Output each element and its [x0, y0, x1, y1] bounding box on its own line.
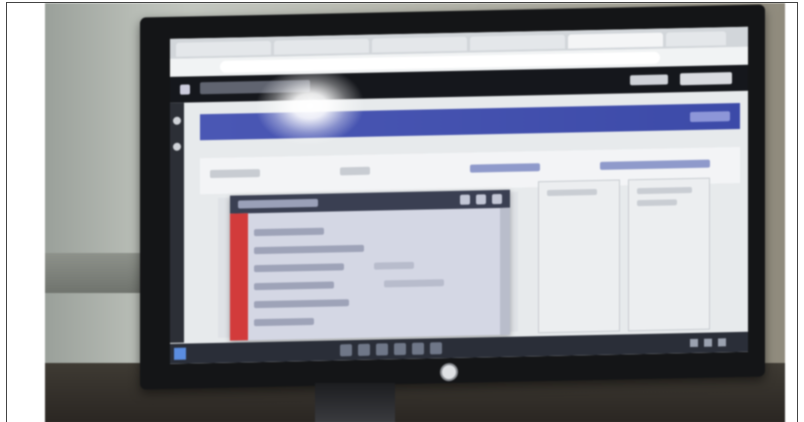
left-rail: [170, 102, 184, 343]
modal-dialog: [230, 189, 510, 341]
user-badge[interactable]: [630, 74, 668, 86]
browser-tab[interactable]: [666, 31, 726, 47]
taskbar-app-icon[interactable]: [412, 342, 424, 355]
taskbar-app-icon[interactable]: [376, 343, 388, 356]
start-button[interactable]: [174, 347, 186, 360]
tray-icon[interactable]: [690, 338, 698, 348]
filter-link[interactable]: [470, 163, 540, 173]
browser-tab[interactable]: [274, 38, 369, 55]
form-value[interactable]: [374, 261, 414, 270]
form-label: [254, 263, 344, 273]
side-panel: [628, 177, 710, 332]
taskbar-app-icon[interactable]: [394, 342, 406, 356]
dialog-title: [238, 198, 318, 209]
tray-icon[interactable]: [704, 338, 712, 347]
maximize-icon[interactable]: [476, 194, 486, 205]
taskbar-app-icon[interactable]: [358, 343, 370, 356]
form-label: [254, 317, 314, 327]
panel-heading: [637, 186, 692, 195]
browser-tab[interactable]: [176, 40, 271, 57]
browser-tab-active[interactable]: [568, 32, 663, 49]
panel-heading: [637, 199, 677, 207]
dialog-scrollbar[interactable]: [500, 207, 510, 336]
form-label: [254, 299, 349, 309]
panel-heading: [547, 188, 597, 197]
browser-tab[interactable]: [372, 36, 467, 53]
tray-icon[interactable]: [718, 338, 726, 347]
dialog-titlebar: [230, 189, 510, 214]
rail-edit-icon[interactable]: [173, 142, 181, 151]
monitor-screen: [170, 26, 748, 364]
filter-link[interactable]: [600, 159, 710, 170]
screen-glare: [255, 64, 365, 148]
photo: [45, 3, 785, 422]
monitor-logo-icon: [440, 362, 458, 382]
form-label: [254, 244, 364, 255]
close-icon[interactable]: [492, 193, 502, 205]
form-label: [254, 281, 334, 291]
form-label: [254, 227, 324, 237]
monitor: [140, 4, 765, 390]
page-action-button[interactable]: [690, 111, 730, 123]
logout-button[interactable]: [680, 72, 732, 86]
taskbar-app-icon[interactable]: [340, 344, 352, 357]
form-value[interactable]: [384, 279, 444, 288]
taskbar-app-icon[interactable]: [430, 342, 442, 355]
monitor-stand: [315, 383, 395, 422]
filter-field[interactable]: [340, 166, 370, 176]
rail-home-icon[interactable]: [173, 116, 181, 125]
dialog-accent-bar: [230, 213, 248, 341]
menu-icon[interactable]: [180, 84, 190, 95]
dialog-form: [254, 214, 484, 334]
side-panel: [538, 179, 620, 334]
minimize-icon[interactable]: [460, 194, 470, 205]
browser-tab[interactable]: [470, 34, 565, 51]
filter-field[interactable]: [210, 169, 260, 179]
photo-frame: [6, 2, 798, 422]
